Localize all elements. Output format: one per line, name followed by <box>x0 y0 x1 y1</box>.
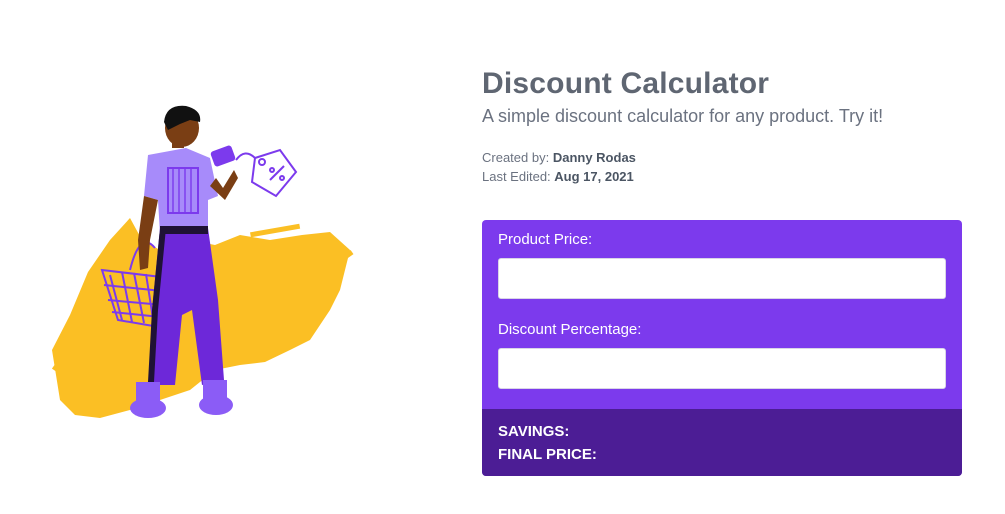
created-by-line: Created by: Danny Rodas <box>482 148 962 167</box>
savings-label: SAVINGS: <box>498 423 570 440</box>
price-tag-icon <box>235 148 298 198</box>
page: Discount Calculator A simple discount ca… <box>0 0 1005 514</box>
discount-percentage-input[interactable] <box>498 348 946 389</box>
shirt <box>144 148 218 234</box>
page-subtitle: A simple discount calculator for any pro… <box>482 106 884 126</box>
last-edited-label: Last Edited: <box>482 169 551 184</box>
final-price-label: FINAL PRICE: <box>498 446 597 463</box>
product-price-input[interactable] <box>498 258 946 299</box>
main-content: Discount Calculator A simple discount ca… <box>482 66 962 476</box>
page-title: Discount Calculator <box>482 67 770 100</box>
calculator-card: Product Price: Discount Percentage: SAVI… <box>482 220 962 476</box>
product-price-label: Product Price: <box>498 231 593 248</box>
shopper-illustration <box>51 105 354 418</box>
created-by-value: Danny Rodas <box>552 150 636 165</box>
calculator-inputs: Product Price: Discount Percentage: <box>482 220 962 409</box>
last-edited-line: Last Edited: Aug 17, 2021 <box>482 167 962 186</box>
calculator-results: SAVINGS: FINAL PRICE: <box>482 409 962 476</box>
created-by-label: Created by: <box>482 150 550 165</box>
discount-percentage-label: Discount Percentage: <box>498 321 642 338</box>
phone <box>210 145 236 167</box>
meta-info: Created by: Danny Rodas Last Edited: Aug… <box>482 148 962 186</box>
last-edited-value: Aug 17, 2021 <box>554 169 634 184</box>
